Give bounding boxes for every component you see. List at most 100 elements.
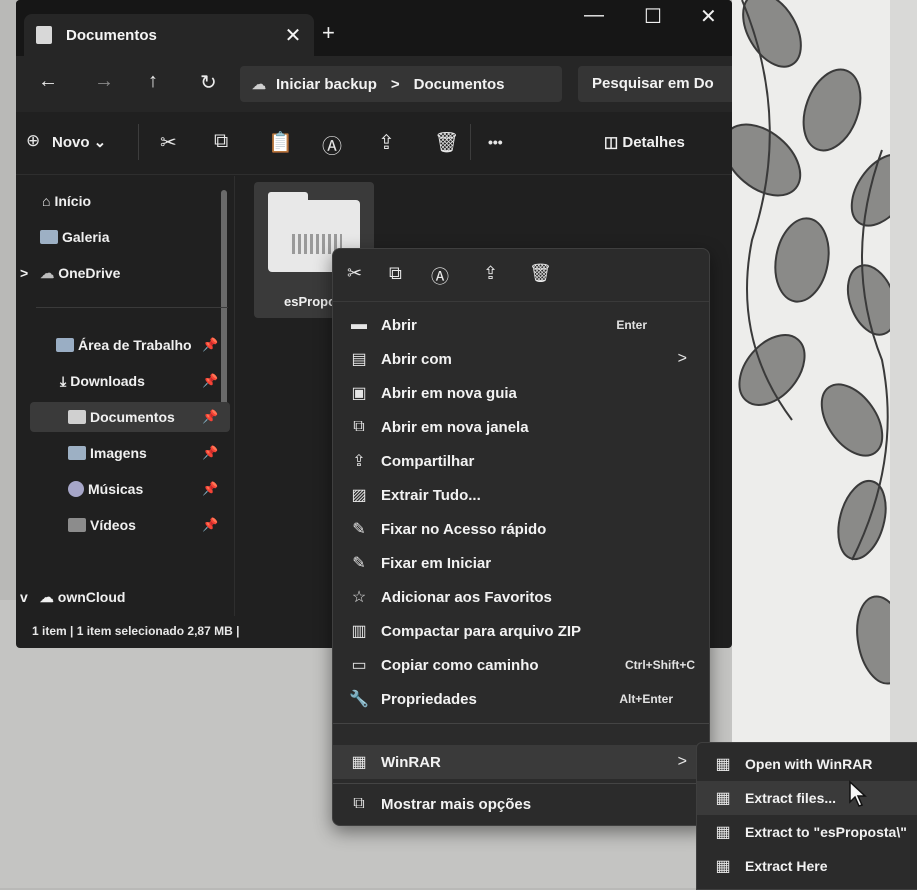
menu-item-winrar[interactable]: ▦ WinRAR > — [333, 745, 709, 779]
winrar-icon: ▦ — [351, 754, 367, 771]
more-options-button[interactable]: ••• — [488, 134, 503, 150]
sidebar-item-musicas[interactable]: Músicas 📌 — [68, 474, 218, 504]
chevron-right-icon: > — [677, 753, 687, 770]
extract-icon: ▨ — [351, 487, 367, 504]
copy-path-icon: ▭ — [351, 657, 367, 674]
sidebar-item-onedrive[interactable]: > ☁ OneDrive — [20, 258, 120, 288]
back-button[interactable]: ← — [38, 70, 58, 93]
rename-icon[interactable]: Ⓐ — [322, 130, 342, 159]
pin-icon: 📌 — [202, 445, 219, 460]
share-icon[interactable]: ⇪ — [483, 263, 498, 284]
menu-item-fixar-iniciar[interactable]: ✎ Fixar em Iniciar — [333, 546, 709, 580]
up-button[interactable]: ↑ — [148, 70, 158, 93]
sidebar-item-area-de-trabalho[interactable]: Área de Trabalho 📌 — [56, 330, 218, 360]
sidebar-item-videos[interactable]: Vídeos 📌 — [68, 510, 218, 540]
submenu-item-extract-here[interactable]: ▦ Extract Here — [697, 849, 917, 883]
menu-item-extrair-tudo[interactable]: ▨ Extrair Tudo... — [333, 478, 709, 512]
sidebar-divider — [36, 307, 228, 308]
close-window-button[interactable]: ✕ — [700, 4, 717, 29]
menu-item-abrir-nova-guia[interactable]: ▣ Abrir em nova guia — [333, 376, 709, 410]
menu-item-abrir-nova-janela[interactable]: ⧉ Abrir em nova janela — [333, 410, 709, 444]
chevron-right-icon[interactable]: > — [20, 265, 28, 281]
breadcrumb-iniciar-backup[interactable]: Iniciar backup — [276, 76, 377, 93]
mouse-cursor-icon — [849, 780, 867, 807]
sidebar-item-documentos[interactable]: Documentos 📌 — [30, 402, 230, 432]
maximize-button[interactable]: ☐ — [644, 4, 662, 29]
menu-item-fixar-acesso-rapido[interactable]: ✎ Fixar no Acesso rápido — [333, 512, 709, 546]
navigation-pane-border — [234, 176, 235, 616]
breadcrumb-documentos[interactable]: Documentos — [414, 76, 505, 93]
details-label: Detalhes — [622, 134, 685, 151]
chevron-down-icon[interactable]: v — [20, 589, 28, 605]
rename-icon[interactable]: Ⓐ — [431, 263, 449, 289]
winrar-icon: ▦ — [715, 790, 731, 807]
menu-item-label: Extrair Tudo... — [381, 486, 481, 504]
copy-icon[interactable]: ⧉ — [389, 263, 402, 284]
submenu-item-extract-files[interactable]: ▦ Extract files... — [697, 781, 917, 815]
delete-icon[interactable]: 🗑 — [434, 130, 459, 155]
tab-documentos[interactable]: Documentos ✕ — [24, 14, 314, 56]
new-tab-icon: ▣ — [351, 385, 367, 402]
new-tab-button[interactable]: + — [322, 20, 335, 46]
details-pane-icon: ◫ — [604, 134, 619, 151]
more-options-icon: ⧉ — [353, 795, 365, 812]
menu-item-abrir[interactable]: ▬ Abrir Enter — [333, 308, 709, 342]
pin-icon: 📌 — [202, 409, 219, 424]
wrench-icon: 🔧 — [349, 691, 369, 708]
new-button-label: Novo — [52, 134, 90, 151]
menu-item-label: Fixar em Iniciar — [381, 554, 492, 572]
tab-title: Documentos — [66, 26, 157, 44]
menu-item-copiar-caminho[interactable]: ▭ Copiar como caminho Ctrl+Shift+C — [333, 648, 709, 682]
submenu-item-extract-to[interactable]: ▦ Extract to "esProposta\" — [697, 815, 917, 849]
cloud-icon: ☁ — [40, 264, 55, 281]
cut-icon[interactable]: ✂ — [347, 263, 362, 284]
menu-item-label: WinRAR — [381, 753, 441, 771]
context-menu-divider — [333, 783, 709, 784]
search-input[interactable]: Pesquisar em Do — [578, 66, 732, 102]
sidebar-item-imagens[interactable]: Imagens 📌 — [68, 438, 218, 468]
star-icon: ☆ — [351, 589, 367, 606]
open-icon: ▬ — [351, 316, 367, 333]
copy-icon[interactable]: ⧉ — [214, 130, 228, 153]
share-icon[interactable]: ⇪ — [378, 130, 395, 155]
new-plus-icon: ⊕ — [26, 131, 41, 150]
sidebar-item-inicio[interactable]: ⌂ Início — [42, 186, 91, 216]
new-button[interactable]: Novo ⌄ — [52, 133, 106, 151]
menu-item-adicionar-favoritos[interactable]: ☆ Adicionar aos Favoritos — [333, 580, 709, 614]
menu-item-label: Copiar como caminho — [381, 656, 539, 674]
details-button[interactable]: ◫ Detalhes — [604, 133, 685, 151]
tab-close-button[interactable]: ✕ — [278, 23, 308, 48]
sidebar-item-label: Área de Trabalho — [78, 337, 192, 353]
menu-item-compactar-zip[interactable]: ▥ Compactar para arquivo ZIP — [333, 614, 709, 648]
menu-item-label: Adicionar aos Favoritos — [381, 588, 552, 606]
menu-item-label: Mostrar mais opções — [381, 795, 532, 813]
sidebar-item-label: Vídeos — [90, 517, 136, 533]
sidebar-item-label: Músicas — [88, 481, 144, 497]
address-bar[interactable]: ☁ Iniciar backup > Documentos — [240, 66, 562, 102]
context-menu-divider — [333, 723, 709, 724]
menu-item-compartilhar[interactable]: ⇪ Compartilhar — [333, 444, 709, 478]
menu-item-propriedades[interactable]: 🔧 Propriedades Alt+Enter — [333, 682, 709, 716]
minimize-button[interactable]: — — [584, 4, 604, 27]
sidebar-item-label: ownCloud — [57, 589, 126, 605]
delete-icon[interactable]: 🗑 — [529, 263, 552, 284]
paste-icon[interactable]: 📋 — [268, 130, 293, 155]
context-menu: ✂ ⧉ Ⓐ ⇪ 🗑 ▬ Abrir Enter ▤ Abrir com > ▣ … — [332, 248, 710, 826]
menu-item-mostrar-mais-opcoes[interactable]: ⧉ Mostrar mais opções — [333, 787, 709, 821]
menu-item-shortcut: Alt+Enter — [619, 692, 673, 706]
sidebar-item-owncloud[interactable]: v ☁ ownCloud — [20, 582, 125, 612]
forward-button[interactable]: → — [94, 70, 114, 93]
context-menu-quick-actions: ✂ ⧉ Ⓐ ⇪ 🗑 — [333, 249, 709, 302]
download-icon: ⤓ — [60, 372, 67, 389]
refresh-button[interactable]: ↻ — [200, 70, 217, 95]
sidebar-item-downloads[interactable]: ⤓ Downloads 📌 — [60, 366, 218, 396]
zip-icon: ▥ — [351, 623, 367, 640]
cut-icon[interactable]: ✂ — [160, 130, 177, 155]
navigation-scrollbar[interactable] — [221, 190, 227, 410]
pin-icon: 📌 — [202, 337, 219, 352]
submenu-item-open-with-winrar[interactable]: ▦ Open with WinRAR — [697, 747, 917, 781]
menu-item-abrir-com[interactable]: ▤ Abrir com > — [333, 342, 709, 376]
sidebar-item-galeria[interactable]: Galeria — [40, 222, 109, 252]
menu-item-label: Abrir — [381, 316, 417, 334]
menu-item-label: Abrir em nova janela — [381, 418, 529, 436]
